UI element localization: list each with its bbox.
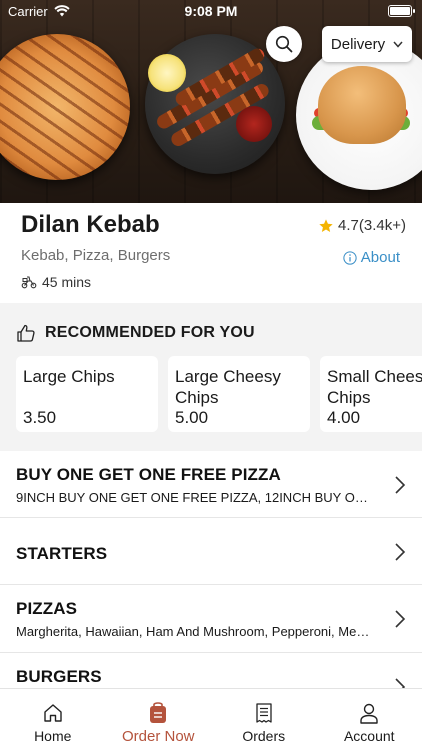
tab-home[interactable]: Home (0, 689, 106, 750)
category-title: PIZZAS (16, 599, 78, 618)
category-title: BUY ONE GET ONE FREE PIZZA (16, 465, 281, 484)
category-row-pizzas[interactable]: PIZZAS Margherita, Hawaiian, Ham And Mus… (0, 585, 422, 653)
receipt-icon (256, 703, 272, 723)
delivery-time-value: 45 mins (42, 274, 92, 290)
home-icon (44, 704, 62, 722)
recommended-card[interactable]: Small Cheesy Chips 4.00 (320, 356, 422, 432)
delivery-mode-label: Delivery (330, 35, 386, 53)
tab-order-now-label: Order Now (121, 728, 195, 745)
thumbs-up-icon (17, 324, 35, 342)
recommended-card[interactable]: Large Cheesy Chips 5.00 (168, 356, 310, 432)
category-row-bogof-pizza[interactable]: BUY ONE GET ONE FREE PIZZA 9INCH BUY ONE… (0, 451, 422, 518)
category-title: STARTERS (16, 544, 108, 563)
tab-account-label: Account (343, 728, 395, 744)
search-button[interactable] (266, 26, 302, 62)
recommended-item-price: 4.00 (327, 408, 361, 427)
about-label: About (360, 249, 400, 266)
delivery-mode-dropdown[interactable]: Delivery (322, 26, 412, 62)
category-subtitle: 9INCH BUY ONE GET ONE FREE PIZZA, 12INCH… (16, 490, 376, 505)
battery-icon (388, 5, 415, 17)
person-icon (360, 703, 378, 724)
sauce-dip-image (236, 106, 272, 142)
recommended-carousel[interactable]: Large Chips 3.50 Large Cheesy Chips 5.00… (16, 356, 422, 432)
recommended-section: RECOMMENDED FOR YOU Large Chips 3.50 Lar… (0, 303, 422, 451)
recommended-item-name: Small Cheesy Chips (327, 367, 422, 407)
recommended-item-name: Large Chips (23, 367, 115, 386)
chevron-right-icon (395, 543, 406, 561)
rating-value: 4.7(3.4k+) (338, 217, 406, 234)
recommended-item-name: Large Cheesy Chips (175, 367, 281, 407)
scooter-icon (21, 276, 37, 289)
status-bar: Carrier 9:08 PM (0, 0, 422, 22)
delivery-time: 45 mins (21, 274, 91, 290)
chevron-right-icon (395, 610, 406, 628)
status-time: 9:08 PM (184, 3, 238, 19)
category-subtitle: Margherita, Hawaiian, Ham And Mushroom, … (16, 624, 376, 639)
recommended-title: RECOMMENDED FOR YOU (45, 324, 255, 341)
recommended-item-price: 5.00 (175, 408, 209, 427)
menu-categories: BUY ONE GET ONE FREE PIZZA 9INCH BUY ONE… (0, 451, 422, 713)
restaurant-name: Dilan Kebab (21, 211, 160, 238)
lemon-image (148, 54, 186, 92)
tab-orders[interactable]: Orders (211, 689, 317, 750)
bottom-tab-bar: Home Order Now Orders Account (0, 688, 422, 750)
tab-home-label: Home (34, 728, 72, 744)
about-link[interactable]: About (343, 249, 400, 266)
restaurant-info: Dilan Kebab 4.7(3.4k+) Kebab, Pizza, Bur… (0, 203, 422, 303)
recommended-card[interactable]: Large Chips 3.50 (16, 356, 158, 432)
burger-bun-image (318, 66, 406, 144)
tab-account[interactable]: Account (317, 689, 422, 750)
info-icon (343, 250, 357, 265)
recommended-item-price: 3.50 (23, 408, 57, 427)
category-title: BURGERS (16, 667, 102, 686)
rating: 4.7(3.4k+) (318, 217, 406, 234)
recommended-heading: RECOMMENDED FOR YOU (16, 323, 255, 343)
star-icon (319, 218, 333, 232)
tab-orders-label: Orders (242, 728, 286, 744)
order-bag-icon (150, 702, 167, 723)
chevron-right-icon (395, 476, 406, 494)
cuisine-tags: Kebab, Pizza, Burgers (21, 247, 171, 264)
search-icon (275, 35, 293, 53)
chevron-down-icon (393, 41, 403, 48)
tab-order-now[interactable]: Order Now (106, 689, 212, 750)
category-row-starters[interactable]: STARTERS (0, 518, 422, 585)
